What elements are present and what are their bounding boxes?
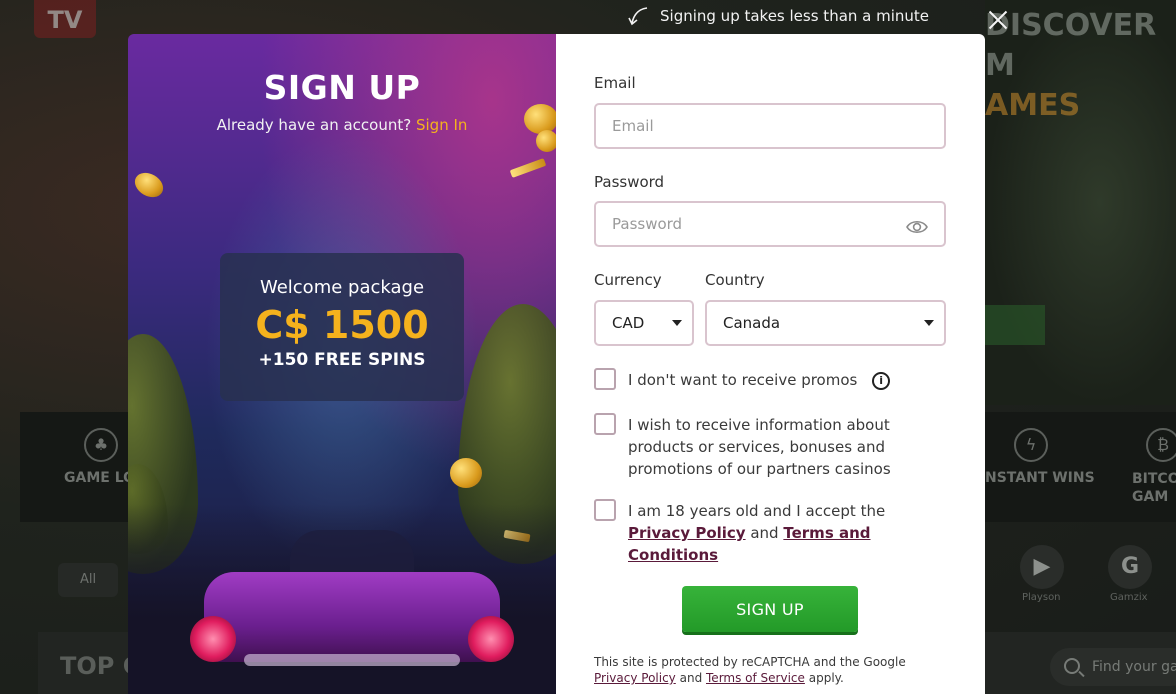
chevron-down-icon xyxy=(672,320,682,326)
promo-optout-row: I don't want to receive promos i xyxy=(594,368,948,391)
gold-bar-decoration xyxy=(509,158,547,178)
info-icon[interactable]: i xyxy=(872,371,891,390)
promo-panel: SIGN UP Already have an account? Sign In… xyxy=(128,34,556,694)
age-terms-row: I am 18 years old and I accept the Priva… xyxy=(594,499,948,566)
hint-text: Signing up takes less than a minute xyxy=(660,7,930,25)
signup-hint: Signing up takes less than a minute xyxy=(628,5,929,27)
account-question: Already have an account? xyxy=(216,116,412,134)
hero-text: M xyxy=(985,48,1015,83)
welcome-amount: C$ 1500 xyxy=(255,303,429,347)
eye-icon[interactable] xyxy=(906,216,928,238)
privacy-policy-link[interactable]: Privacy Policy xyxy=(628,524,746,542)
recaptcha-and: and xyxy=(679,671,703,685)
category-game-lobby: GAME LO xyxy=(64,470,136,486)
signup-form: Email Password Currency Country CAD Cana… xyxy=(556,34,985,694)
email-field[interactable] xyxy=(594,103,946,149)
promo-optout-text: I don't want to receive promos xyxy=(628,371,858,389)
hero-text: AMES xyxy=(985,88,1081,123)
search-placeholder: Find your ga xyxy=(1092,659,1176,675)
provider-playson-icon: ▶ xyxy=(1020,545,1064,589)
category-instant-wins: NSTANT WINS xyxy=(985,470,1095,486)
signup-modal: SIGN UP Already have an account? Sign In… xyxy=(128,34,985,694)
welcome-package-card: Welcome package C$ 1500 +150 FREE SPINS xyxy=(220,253,464,401)
recaptcha-apply: apply. xyxy=(808,671,844,685)
free-spins: +150 FREE SPINS xyxy=(258,350,426,370)
car-tail-light xyxy=(190,616,236,662)
promo-optout-checkbox[interactable] xyxy=(594,368,616,390)
country-value: Canada xyxy=(723,314,781,332)
bitcoin-icon: ₿ xyxy=(1146,428,1176,462)
car-illustration xyxy=(190,522,514,694)
currency-select[interactable]: CAD xyxy=(594,300,694,346)
site-logo: TV xyxy=(34,0,96,38)
car-tail-light xyxy=(468,616,514,662)
signup-button[interactable]: SIGN UP xyxy=(682,586,858,632)
curved-arrow-icon xyxy=(628,7,648,26)
coin-decoration xyxy=(130,167,168,203)
car-body xyxy=(204,572,500,662)
recaptcha-text: This site is protected by reCAPTCHA and … xyxy=(594,655,906,669)
password-label: Password xyxy=(594,173,665,191)
search-icon xyxy=(1064,658,1080,674)
signin-link[interactable]: Sign In xyxy=(416,116,467,134)
category-bitcoin-games: BITCO GAM xyxy=(1132,471,1176,505)
partner-info-row: I wish to receive information about prod… xyxy=(594,413,948,480)
age-terms-label: I am 18 years old and I accept the Priva… xyxy=(628,500,948,566)
chevron-down-icon xyxy=(924,320,934,326)
hero-text: DISCOVER xyxy=(985,8,1157,43)
game-lobby-icon: ♣ xyxy=(84,428,118,462)
google-privacy-link[interactable]: Privacy Policy xyxy=(594,671,676,685)
google-terms-link[interactable]: Terms of Service xyxy=(706,671,805,685)
provider-label: Playson xyxy=(1022,592,1061,603)
car-bumper xyxy=(244,654,460,666)
game-search-input: Find your ga xyxy=(1050,648,1176,686)
partner-info-label: I wish to receive information about prod… xyxy=(628,416,891,478)
provider-label: Gamzix xyxy=(1110,592,1148,603)
age-terms-checkbox[interactable] xyxy=(594,499,616,521)
and-text: and xyxy=(750,524,779,542)
currency-label: Currency xyxy=(594,271,662,289)
hero-button xyxy=(985,305,1045,345)
filter-all: All xyxy=(58,563,118,597)
recaptcha-notice: This site is protected by reCAPTCHA and … xyxy=(594,654,954,686)
email-label: Email xyxy=(594,74,636,92)
country-select[interactable]: Canada xyxy=(705,300,946,346)
promo-subtitle: Already have an account? Sign In xyxy=(128,116,556,134)
coin-decoration xyxy=(450,458,482,488)
country-label: Country xyxy=(705,271,765,289)
welcome-label: Welcome package xyxy=(259,277,425,298)
promo-title: SIGN UP xyxy=(263,68,421,107)
lightning-icon: ϟ xyxy=(1014,428,1048,462)
promo-optout-label: I don't want to receive promos i xyxy=(628,369,948,391)
close-icon[interactable] xyxy=(986,8,1010,32)
currency-value: CAD xyxy=(612,314,645,332)
age-terms-text: I am 18 years old and I accept the xyxy=(628,502,886,520)
provider-gamzix-icon: G xyxy=(1108,545,1152,589)
partner-info-checkbox[interactable] xyxy=(594,413,616,435)
password-field[interactable] xyxy=(594,201,946,247)
